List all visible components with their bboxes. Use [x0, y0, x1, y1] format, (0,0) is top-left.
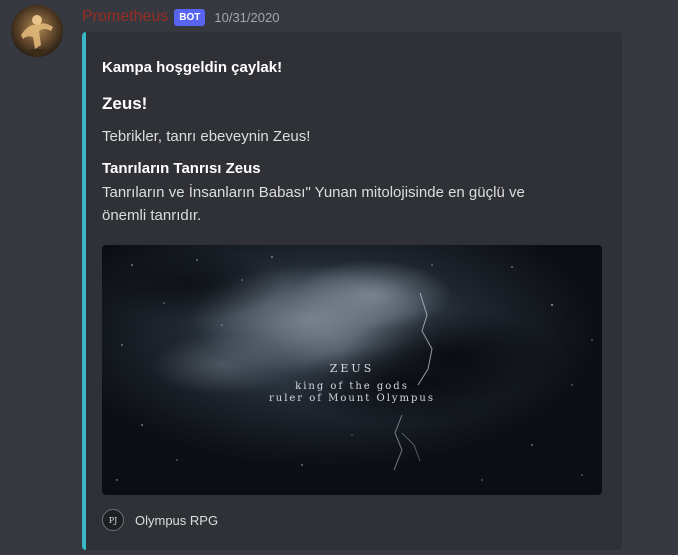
embed-footer: PJ Olympus RPG	[102, 507, 218, 533]
chat-message: Prometheus BOT 10/31/2020 Kampa hoşgeldi…	[0, 0, 678, 555]
image-title-text: ZEUS	[329, 362, 375, 375]
avatar-figure-icon	[11, 5, 63, 57]
embed-description: Tebrikler, tanrı ebeveynin Zeus!	[102, 128, 311, 145]
timestamp: 10/31/2020	[214, 9, 280, 25]
rich-embed: Kampa hoşgeldin çaylak! Zeus! Tebrikler,…	[82, 32, 622, 550]
bot-avatar[interactable]	[11, 5, 63, 57]
bot-tag: BOT	[174, 8, 206, 26]
image-subtitle-line2: ruler of Mount Olympus	[268, 393, 436, 404]
embed-field-value: Tanrıların ve İnsanların Babası" Yunan m…	[102, 184, 525, 224]
embed-author: Kampa hoşgeldin çaylak!	[102, 59, 283, 76]
message-header: Prometheus BOT 10/31/2020	[82, 6, 279, 28]
username[interactable]: Prometheus	[82, 8, 168, 26]
embed-image[interactable]: ZEUS king of the gods ruler of Mount Oly…	[102, 245, 602, 495]
embed-title: Zeus!	[102, 94, 148, 113]
image-subtitle-line1: king of the gods	[295, 381, 409, 392]
footer-text: Olympus RPG	[135, 512, 219, 528]
footer-logo-icon: PJ	[102, 509, 124, 531]
embed-field-name: Tanrıların Tanrısı Zeus	[102, 160, 261, 177]
